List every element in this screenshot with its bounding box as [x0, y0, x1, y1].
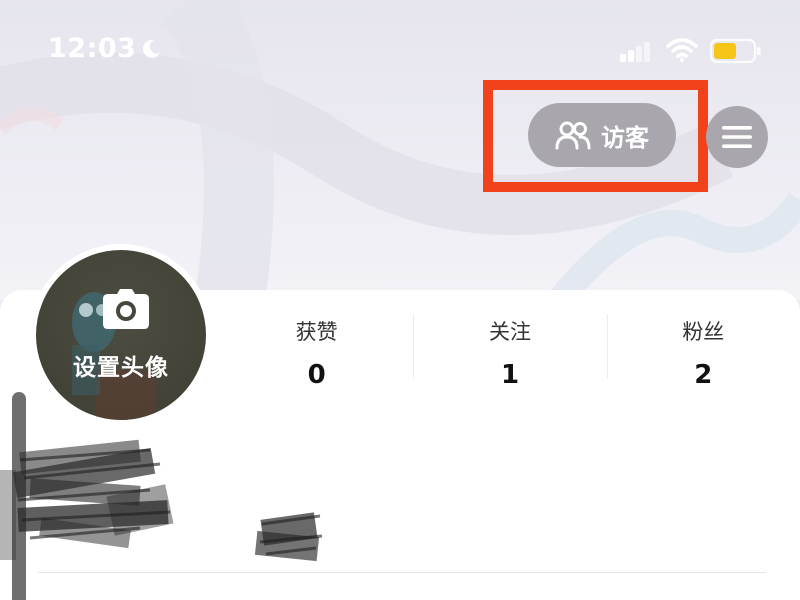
stat-followers[interactable]: 粉丝 2: [606, 310, 800, 390]
stat-label: 获赞: [295, 320, 338, 344]
camera-icon: [103, 289, 149, 329]
status-time: 12:03: [48, 33, 137, 64]
avatar-image: [72, 292, 156, 420]
people-icon: [555, 121, 591, 150]
section-divider: [38, 572, 766, 573]
stat-likes[interactable]: 获赞 0: [220, 310, 413, 390]
stat-following[interactable]: 关注 1: [413, 310, 606, 390]
avatar-label: 设置头像: [73, 355, 169, 381]
battery-icon: [710, 38, 761, 64]
signal-icon: [620, 42, 650, 62]
moon-icon: [143, 39, 160, 58]
stat-value: 1: [500, 360, 520, 390]
stat-value: 2: [694, 360, 713, 390]
set-avatar-button[interactable]: 设置头像: [30, 244, 212, 426]
stat-label: 粉丝: [682, 320, 725, 344]
hamburger-menu-icon: [722, 126, 752, 148]
wifi-icon: [666, 38, 698, 63]
stat-label: 关注: [488, 320, 531, 344]
redacted-scribble: [0, 439, 323, 562]
stat-value: 0: [307, 360, 326, 390]
visitor-button[interactable]: 访客: [528, 103, 676, 167]
stats-row: 获赞 0 关注 1 粉丝 2: [220, 310, 800, 390]
visitor-label: 访客: [601, 123, 649, 152]
menu-button[interactable]: [706, 106, 768, 168]
